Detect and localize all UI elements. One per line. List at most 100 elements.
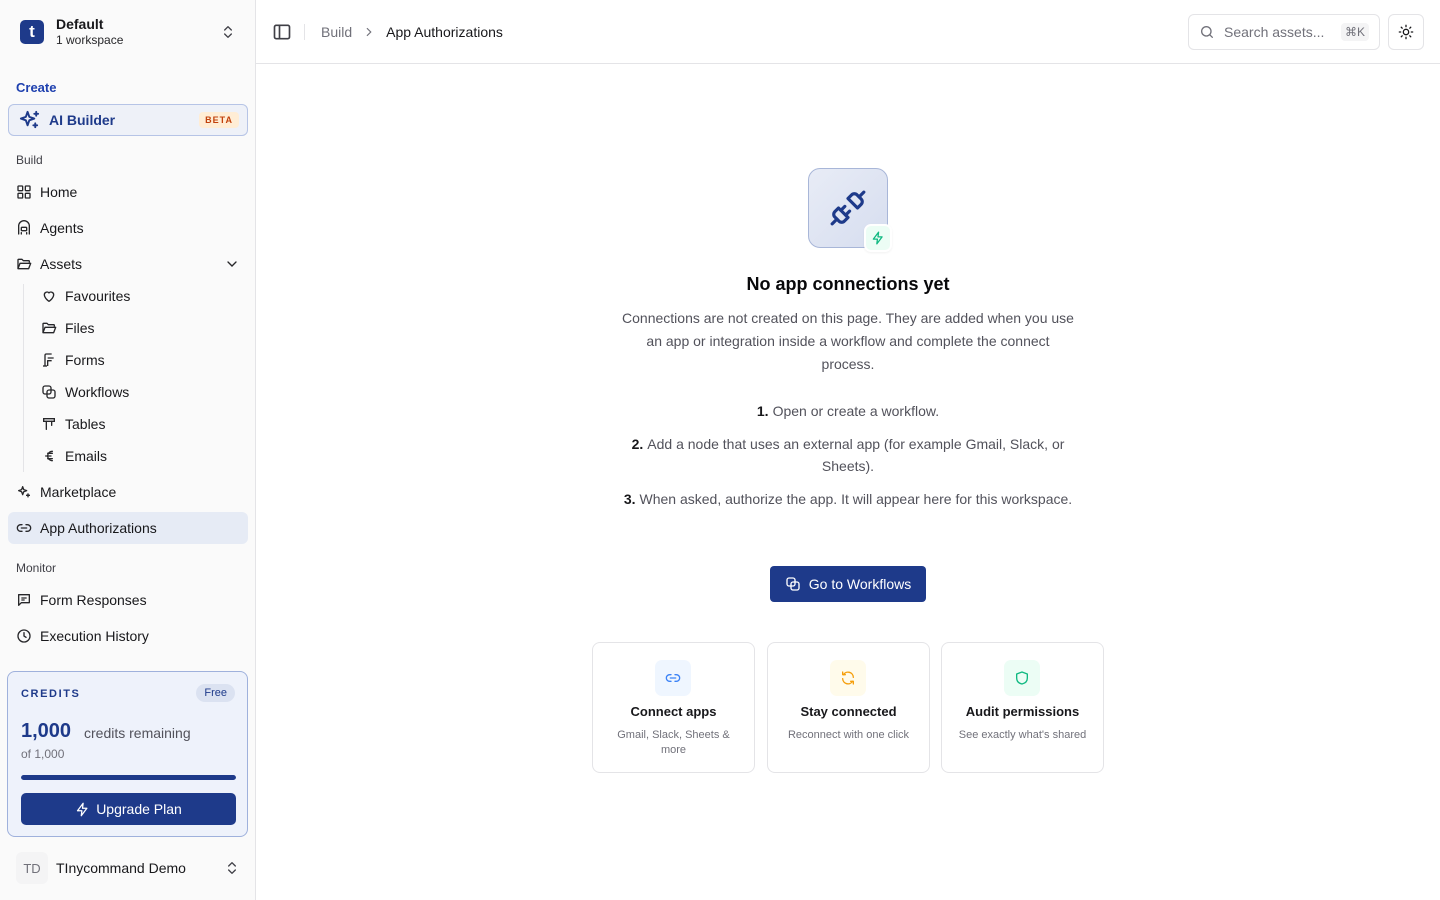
plug-icon <box>830 190 866 226</box>
ai-builder-button[interactable]: AI Builder BETA <box>8 104 248 136</box>
ai-builder-label: AI Builder <box>49 112 116 128</box>
sidebar-toggle-icon[interactable] <box>272 22 292 42</box>
header-divider <box>304 24 305 40</box>
bolt-icon <box>872 231 883 245</box>
theme-toggle-button[interactable] <box>1388 14 1424 50</box>
workspace-switcher[interactable]: t Default 1 workspace <box>8 8 248 56</box>
workspace-name: Default <box>56 16 104 32</box>
chevron-down-icon <box>227 261 237 267</box>
message-icon <box>18 594 30 606</box>
breadcrumb-build[interactable]: Build <box>321 24 352 40</box>
sidebar-item-label: Emails <box>65 448 108 464</box>
sidebar-item-home[interactable]: Home <box>8 176 248 208</box>
upgrade-plan-label: Upgrade Plan <box>96 801 182 817</box>
credits-total: of 1,000 <box>21 747 65 761</box>
credits-remaining-value: 1,000 <box>21 720 72 742</box>
step-item: 2. Add a node that uses an external app (… <box>612 433 1084 477</box>
user-menu[interactable]: TD TInycommand Demo <box>8 848 248 888</box>
email-icon <box>45 450 53 462</box>
shield-icon <box>1016 671 1028 685</box>
empty-state-description: Connections are not created on this page… <box>622 310 1074 372</box>
feature-card-stay-connected: Stay connected Reconnect with one click <box>767 642 930 773</box>
card-icon-wrap <box>655 660 691 696</box>
sidebar-item-label: Workflows <box>65 384 130 400</box>
chevrons-up-down-icon <box>224 26 232 38</box>
link-icon <box>16 524 32 532</box>
card-icon-wrap <box>1004 660 1040 696</box>
go-to-workflows-label: Go to Workflows <box>808 576 912 592</box>
section-build-label: Build <box>16 153 43 167</box>
step-text: Open or create a workflow. <box>772 403 940 419</box>
sidebar-item-label: App Authorizations <box>40 520 157 536</box>
top-header: Build App Authorizations Search assets..… <box>256 0 1440 64</box>
card-title: Audit permissions <box>965 704 1080 719</box>
breadcrumb: Build App Authorizations <box>321 22 503 42</box>
card-title: Connect apps <box>630 704 717 719</box>
sidebar-item-favourites[interactable]: Favourites <box>33 280 248 312</box>
user-name: TInycommand Demo <box>56 860 186 876</box>
avatar: TD <box>16 852 48 884</box>
sidebar-item-form-responses[interactable]: Form Responses <box>8 584 248 616</box>
search-input[interactable]: Search assets... ⌘K <box>1188 14 1380 50</box>
section-create-label: Create <box>16 80 57 95</box>
sidebar-item-label: Home <box>40 184 78 200</box>
sidebar-item-emails[interactable]: Emails <box>33 440 248 472</box>
step-text: Add a node that uses an external app (fo… <box>647 436 1065 474</box>
section-monitor-label: Monitor <box>16 561 57 575</box>
search-placeholder: Search assets... <box>1224 24 1325 40</box>
heart-icon <box>43 291 55 302</box>
sun-icon <box>1398 24 1414 40</box>
steps-list: 1. Open or create a workflow. 2. Add a nod… <box>612 400 1084 521</box>
go-to-workflows-button[interactable]: Go to Workflows <box>770 566 926 602</box>
sidebar-item-label: Agents <box>40 220 84 236</box>
step-number: 2. <box>631 436 644 452</box>
sidebar-item-execution-history[interactable]: Execution History <box>8 620 248 652</box>
credits-remaining-label: credits remaining <box>84 725 191 741</box>
empty-state-title: No app connections yet <box>746 274 950 294</box>
assets-tree-line <box>23 284 24 472</box>
grid-icon <box>17 185 31 199</box>
workspace-text: Default 1 workspace <box>56 16 220 48</box>
sidebar-item-marketplace[interactable]: Marketplace <box>8 476 248 508</box>
sidebar-item-label: Forms <box>65 352 105 368</box>
sidebar-item-label: Files <box>65 320 95 336</box>
sidebar-item-label: Form Responses <box>40 592 147 608</box>
workspace-logo: t <box>20 20 44 44</box>
card-title: Stay connected <box>800 704 897 719</box>
search-shortcut: ⌘K <box>1340 23 1369 41</box>
sidebar-item-label: Tables <box>65 416 106 432</box>
link-icon <box>665 674 681 682</box>
sidebar-item-label: Marketplace <box>40 484 117 500</box>
feature-card-audit-permissions: Audit permissions See exactly what's sha… <box>941 642 1104 773</box>
sidebar-item-tables[interactable]: Tables <box>33 408 248 440</box>
sidebar-item-agents[interactable]: Agents <box>8 212 248 244</box>
sidebar: t Default 1 workspace Create AI Builder … <box>0 0 256 900</box>
step-item: 1. Open or create a workflow. <box>612 400 1084 422</box>
credits-title: CREDITS <box>21 688 81 700</box>
agents-icon <box>18 220 30 235</box>
sidebar-item-label: Favourites <box>65 288 131 304</box>
search-icon <box>1201 26 1213 38</box>
refresh-icon <box>842 671 854 685</box>
sidebar-item-files[interactable]: Files <box>33 312 248 344</box>
workspace-subtitle: 1 workspace <box>56 33 124 47</box>
table-icon <box>43 418 55 430</box>
upgrade-plan-button[interactable]: Upgrade Plan <box>21 793 236 825</box>
folder-open-icon <box>17 258 32 270</box>
step-text: When asked, authorize the app. It will a… <box>639 491 1073 507</box>
bolt-icon <box>77 802 88 816</box>
card-description: See exactly what's shared <box>958 729 1087 741</box>
sidebar-item-app-authorizations[interactable]: App Authorizations <box>8 512 248 544</box>
sidebar-item-assets[interactable]: Assets <box>8 248 248 280</box>
folder-icon <box>42 322 57 334</box>
credits-progress-fill <box>21 775 236 780</box>
sidebar-item-workflows[interactable]: Workflows <box>33 376 248 408</box>
step-number: 1. <box>756 403 769 419</box>
sidebar-item-forms[interactable]: Forms <box>33 344 248 376</box>
sparkles-icon <box>18 486 30 498</box>
sidebar-item-label: Execution History <box>40 628 149 644</box>
beta-badge: BETA <box>199 112 239 128</box>
card-icon-wrap <box>830 660 866 696</box>
chevrons-up-down-icon <box>228 862 236 874</box>
breadcrumb-current: App Authorizations <box>386 24 503 40</box>
